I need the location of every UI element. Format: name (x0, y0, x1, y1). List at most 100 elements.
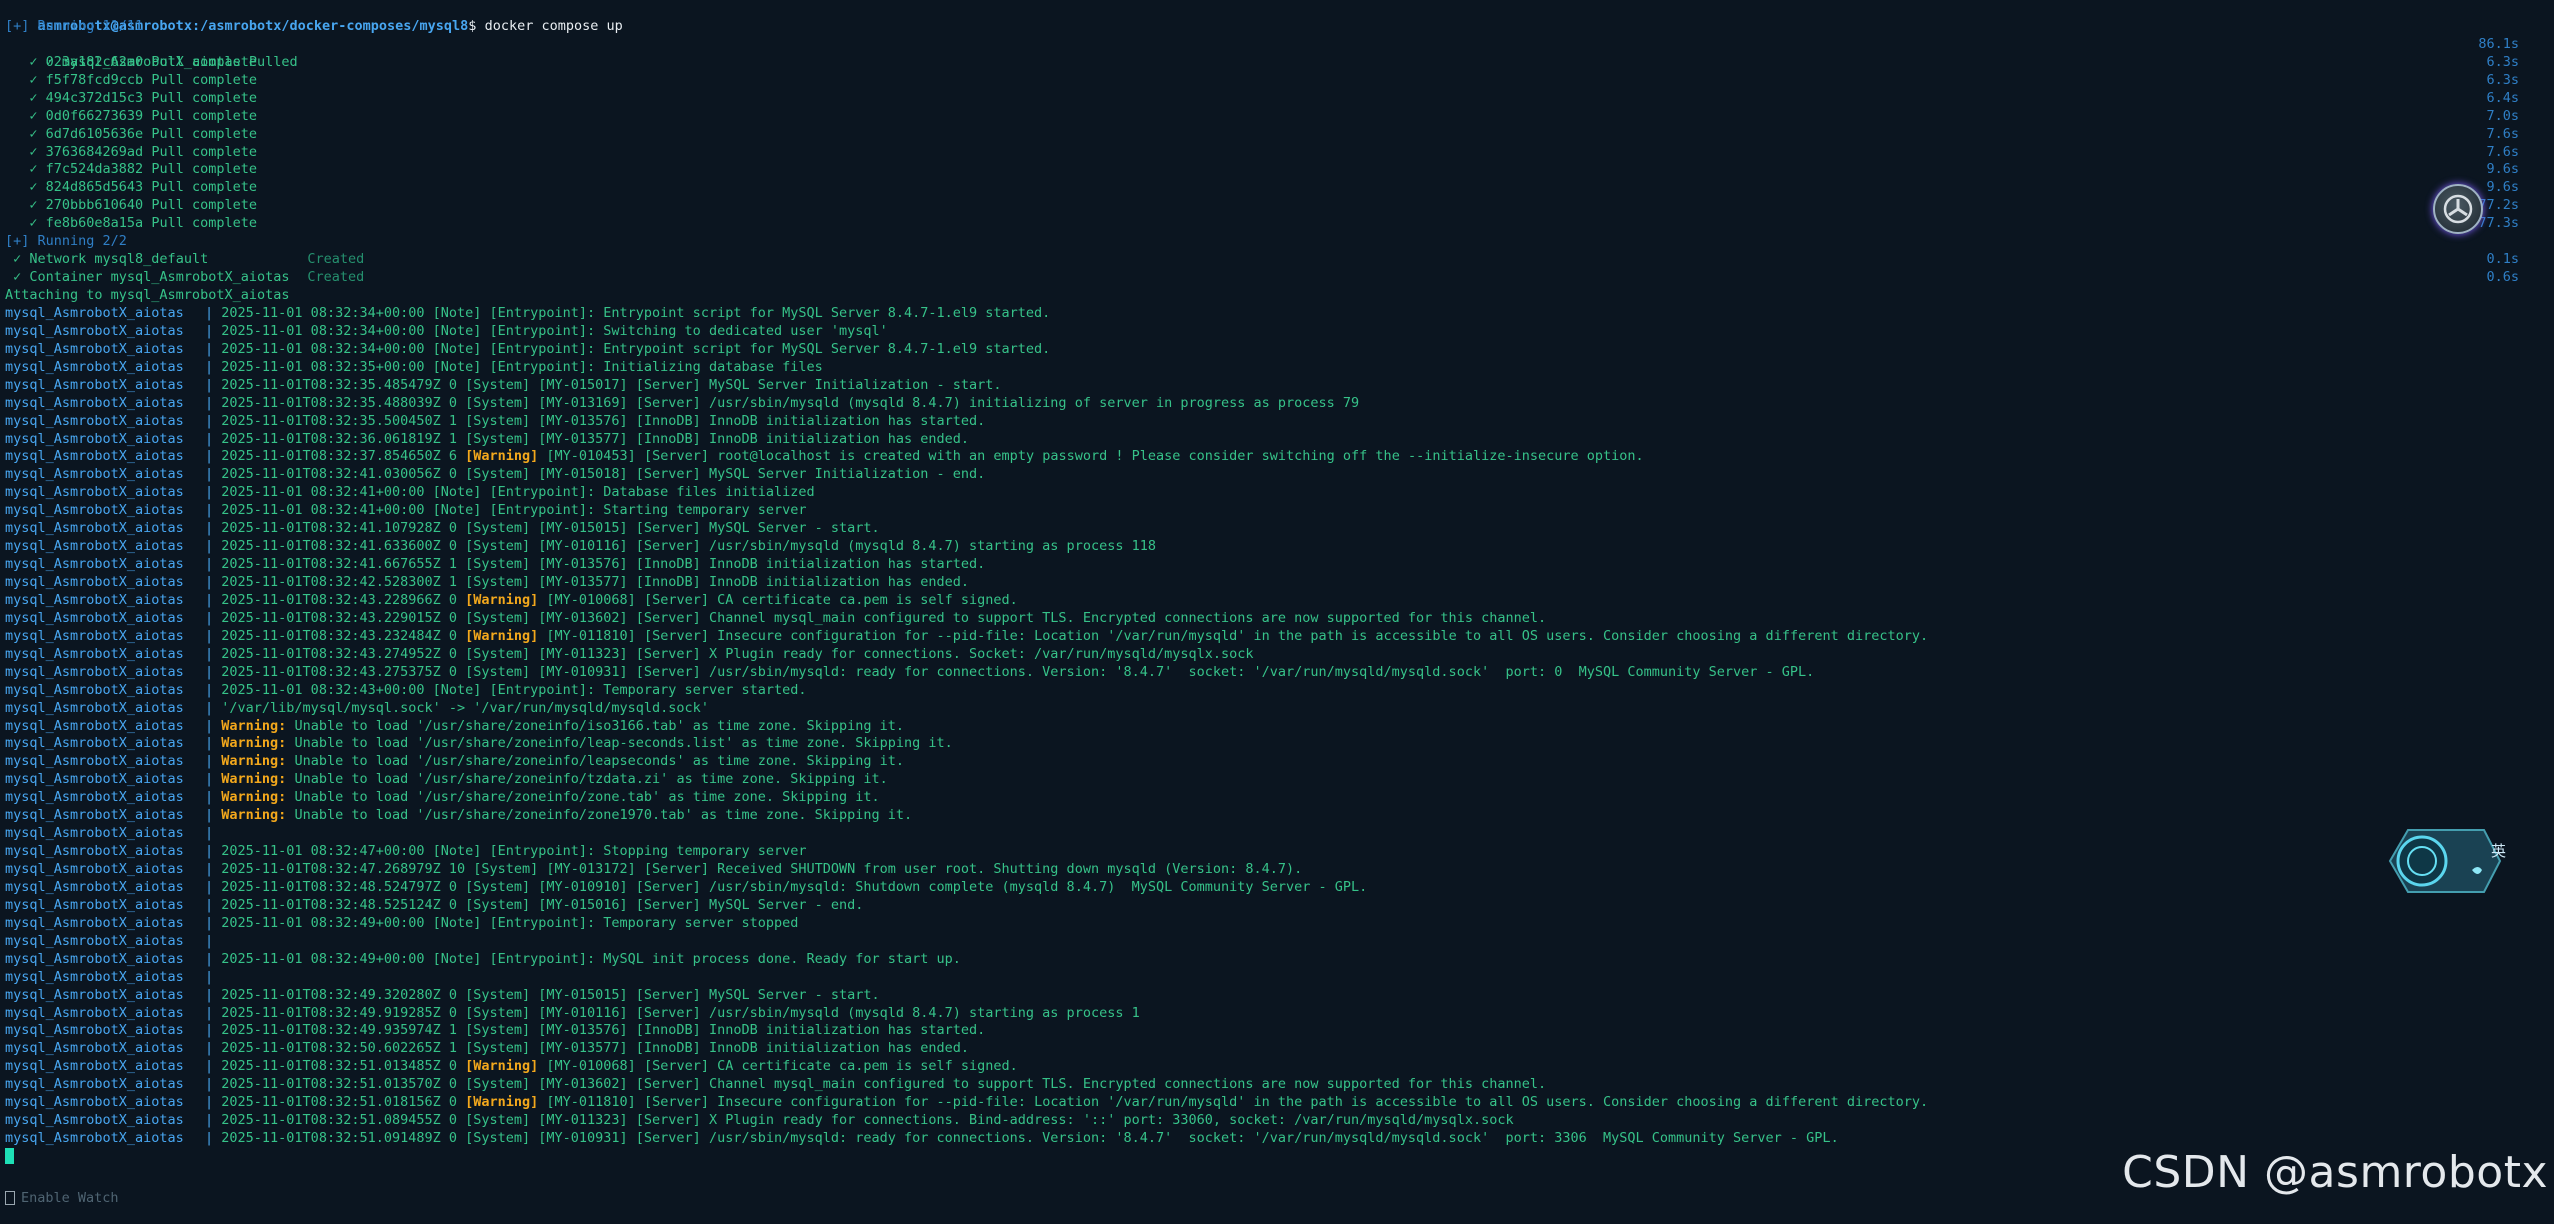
log-service-name: mysql_AsmrobotX_aiotas (5, 1076, 184, 1093)
log-message-suffix: [MY-011810] [Server] Insecure configurat… (538, 627, 1929, 644)
ime-label: 英 (2491, 842, 2507, 860)
watch-key-box (5, 1191, 15, 1205)
log-message: 2025-11-01T08:32:51.091489Z 0 [System] [… (221, 1130, 1839, 1147)
log-separator: | (205, 771, 214, 788)
log-message-suffix: Unable to load '/usr/share/zoneinfo/tzda… (286, 771, 888, 788)
log-message: 2025-11-01T08:32:42.528300Z 1 [System] [… (221, 574, 970, 590)
log-message-suffix: Unable to load '/usr/share/zoneinfo/leap… (286, 735, 953, 752)
log-separator: | (205, 1040, 214, 1057)
log-message-suffix: Unable to load '/usr/share/zoneinfo/zone… (286, 807, 913, 824)
log-line: mysql_AsmrobotX_aiotas | 2025-11-01T08:32… (5, 897, 2540, 915)
log-service-name: mysql_AsmrobotX_aiotas (5, 699, 184, 716)
log-separator: | (205, 1022, 214, 1039)
pull-layer-row: ✓ 0d0f66273639 Pull complete 7.0s (5, 108, 2540, 126)
create-item-label: Network mysql8_default (29, 251, 209, 268)
log-separator: | (205, 843, 214, 860)
log-line: mysql_AsmrobotX_aiotas | (5, 969, 2540, 987)
log-separator: | (205, 896, 214, 913)
log-line: mysql_AsmrobotX_aiotas | 2025-11-01T08:32… (5, 1040, 2540, 1058)
log-message: 2025-11-01T08:32:50.602265Z 1 [System] [… (221, 1040, 970, 1057)
log-line: mysql_AsmrobotX_aiotas | 2025-11-01 08:32… (5, 323, 2540, 341)
log-separator: | (205, 681, 214, 698)
log-service-name: mysql_AsmrobotX_aiotas (5, 914, 184, 931)
log-separator: | (205, 340, 214, 357)
layer-time: 9.6s (2486, 161, 2519, 178)
log-service-name: mysql_AsmrobotX_aiotas (5, 861, 184, 877)
pull-main-time: 86.1s (2478, 35, 2519, 52)
log-message: 2025-11-01 08:32:34+00:00 [Note] [Entryp… (221, 322, 888, 339)
layer-time: 77.2s (2478, 197, 2519, 214)
layer-time: 6.4s (2486, 89, 2519, 106)
log-message: 2025-11-01T08:32:49.935974Z 1 [System] [… (221, 1022, 986, 1039)
layer-time: 6.3s (2486, 53, 2519, 70)
log-service-name: mysql_AsmrobotX_aiotas (5, 430, 184, 447)
log-message-suffix: [MY-010068] [Server] CA certificate ca.p… (538, 591, 1018, 608)
log-line: mysql_AsmrobotX_aiotas | 2025-11-01T08:32… (5, 610, 2540, 628)
layer-id: 0d0f66273639 (45, 107, 144, 124)
log-service-name: mysql_AsmrobotX_aiotas (5, 968, 184, 985)
log-separator: | (205, 932, 214, 949)
log-message: 2025-11-01T08:32:41.667655Z 1 [System] [… (221, 556, 986, 573)
log-line: mysql_AsmrobotX_aiotas | 2025-11-01T08:32… (5, 448, 2540, 466)
log-service-name: mysql_AsmrobotX_aiotas (5, 645, 184, 662)
log-message: 2025-11-01T08:32:47.268979Z 10 [System] … (221, 861, 1303, 877)
log-line: mysql_AsmrobotX_aiotas | 2025-11-01T08:32… (5, 646, 2540, 664)
log-service-name: mysql_AsmrobotX_aiotas (5, 538, 184, 555)
log-separator: | (205, 1094, 214, 1111)
create-item-row: ✓ Container mysql_AsmrobotX_aiotas Create… (5, 269, 2540, 287)
log-separator: | (205, 358, 214, 375)
log-service-name: mysql_AsmrobotX_aiotas (5, 807, 184, 824)
log-message-suffix: Unable to load '/usr/share/zoneinfo/zone… (286, 789, 880, 806)
pull-main-line: ✓ mysql_AsmrobotX_aiotas Pulled 86.1s (5, 35, 2540, 70)
pull-layer-row: ✓ 023a182c62a0 Pull complete 6.3s (5, 54, 2540, 72)
log-line: mysql_AsmrobotX_aiotas | Warning: Unable … (5, 789, 2540, 807)
log-message: 2025-11-01T08:32:35.488039Z 0 [System] [… (221, 394, 1360, 411)
log-separator: | (205, 502, 214, 519)
log-separator: | (205, 430, 214, 447)
log-line: mysql_AsmrobotX_aiotas | Warning: Unable … (5, 807, 2540, 825)
log-separator: | (205, 538, 214, 555)
attach-line: Attaching to mysql_AsmrobotX_aiotas (5, 287, 290, 303)
log-message-suffix: Unable to load '/usr/share/zoneinfo/leap… (286, 753, 905, 770)
log-warning-tag: [Warning] (465, 627, 539, 644)
log-service-name: mysql_AsmrobotX_aiotas (5, 1094, 184, 1111)
ime-indicator-icon[interactable] (2384, 824, 2502, 898)
log-separator: | (205, 825, 214, 842)
assistant-avatar-icon[interactable] (2433, 184, 2483, 234)
log-message: '/var/lib/mysql/mysql.sock' -> '/var/run… (221, 699, 709, 716)
log-separator: | (205, 663, 214, 680)
terminal-output[interactable]: asmrobotx@asmrobotx:/asmrobotx/docker-co… (5, 0, 2540, 1166)
layer-time: 7.6s (2486, 125, 2519, 142)
log-separator: | (205, 986, 214, 1003)
log-warning-tag: [Warning] (465, 1058, 539, 1075)
layer-status: Pull complete (151, 71, 257, 88)
log-service-name: mysql_AsmrobotX_aiotas (5, 394, 184, 411)
log-message: 2025-11-01 08:32:35+00:00 [Note] [Entryp… (221, 358, 823, 375)
log-line: mysql_AsmrobotX_aiotas | 2025-11-01T08:32… (5, 987, 2540, 1005)
log-warning-tag: Warning: (221, 771, 287, 788)
log-separator: | (205, 627, 214, 644)
log-service-name: mysql_AsmrobotX_aiotas (5, 843, 184, 860)
log-warning-tag: Warning: (221, 789, 287, 806)
log-separator: | (205, 394, 214, 411)
log-line: mysql_AsmrobotX_aiotas | Warning: Unable … (5, 718, 2540, 736)
layer-id: 270bbb610640 (45, 197, 144, 214)
log-service-name: mysql_AsmrobotX_aiotas (5, 825, 184, 842)
log-message-suffix: [MY-011810] [Server] Insecure configurat… (538, 1094, 1929, 1111)
log-separator: | (205, 878, 214, 895)
log-message: 2025-11-01T08:32:41.107928Z 0 [System] [… (221, 520, 880, 537)
create-items-list: ✓ Network mysql8_default Created 0.1s ✓ Co… (5, 251, 2540, 287)
log-separator: | (205, 914, 214, 931)
log-separator: | (205, 574, 214, 590)
check-icon: ✓ (5, 197, 46, 214)
check-icon: ✓ (5, 53, 46, 70)
log-separator: | (205, 412, 214, 429)
watch-toggle[interactable]: Enable Watch (5, 1190, 119, 1206)
log-separator: | (205, 322, 214, 339)
log-message: 2025-11-01T08:32:43.274952Z 0 [System] [… (221, 645, 1254, 662)
pull-layer-row: ✓ 270bbb610640 Pull complete 77.2s (5, 197, 2540, 215)
log-separator: | (205, 699, 214, 716)
log-message: 2025-11-01T08:32:48.525124Z 0 [System] [… (221, 896, 864, 913)
log-message: 2025-11-01T08:32:36.061819Z 1 [System] [… (221, 430, 970, 447)
log-service-name: mysql_AsmrobotX_aiotas (5, 412, 184, 429)
